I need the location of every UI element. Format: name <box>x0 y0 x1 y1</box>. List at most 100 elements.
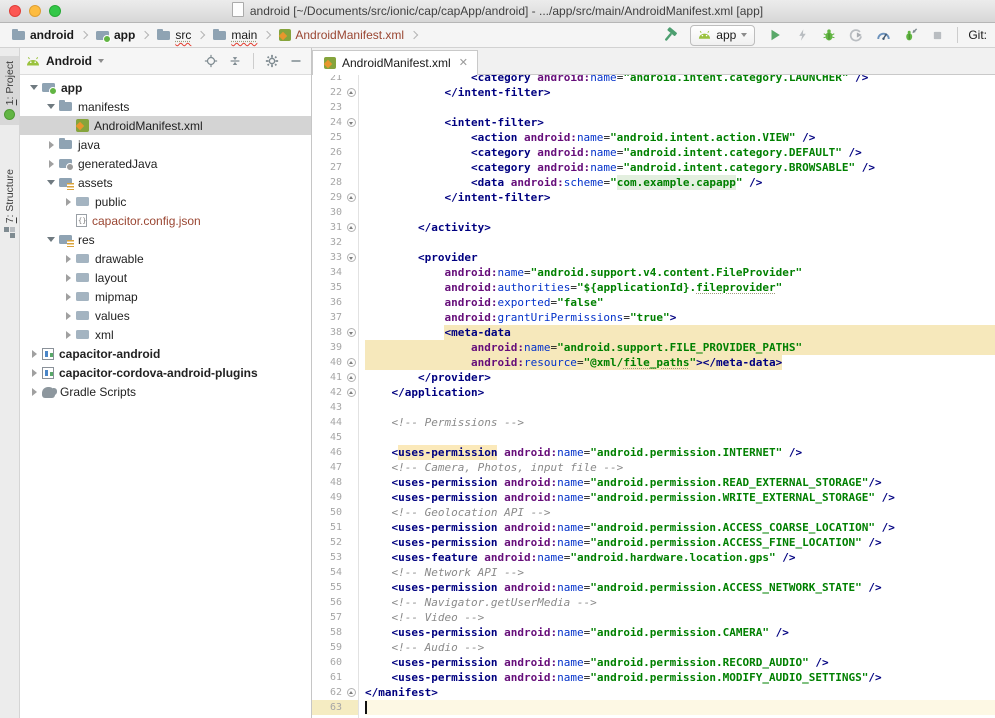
chevron-right-icon[interactable] <box>62 274 74 282</box>
gutter-line-41[interactable]: 41 <box>312 370 358 385</box>
chevron-down-icon[interactable] <box>45 237 57 242</box>
code-line-22[interactable]: </intent-filter> <box>365 85 995 100</box>
code-line-35[interactable]: android:authorities="${applicationId}.fi… <box>365 280 995 295</box>
gutter-line-40[interactable]: 40 <box>312 355 358 370</box>
tool-window-tab-structure[interactable]: 7: Structure <box>0 164 19 243</box>
gutter-line-22[interactable]: 22 <box>312 85 358 100</box>
code-line-59[interactable]: <!-- Audio --> <box>365 640 995 655</box>
tree-item-capacitor-android[interactable]: capacitor-android <box>20 344 311 363</box>
code-text-area[interactable]: <category android:name="android.intent.c… <box>359 75 995 718</box>
gutter-line-27[interactable]: 27 <box>312 160 358 175</box>
chevron-down-icon[interactable] <box>45 180 57 185</box>
code-line-56[interactable]: <!-- Navigator.getUserMedia --> <box>365 595 995 610</box>
code-line-61[interactable]: <uses-permission android:name="android.p… <box>365 670 995 685</box>
code-line-60[interactable]: <uses-permission android:name="android.p… <box>365 655 995 670</box>
gutter-line-42[interactable]: 42 <box>312 385 358 400</box>
code-line-32[interactable] <box>365 235 995 250</box>
code-line-30[interactable] <box>365 205 995 220</box>
code-line-57[interactable]: <!-- Video --> <box>365 610 995 625</box>
gutter-line-28[interactable]: 28 <box>312 175 358 190</box>
chevron-right-icon[interactable] <box>45 160 57 168</box>
breadcrumb-item-app[interactable]: app <box>92 27 137 43</box>
gutter-line-30[interactable]: 30 <box>312 205 358 220</box>
code-line-27[interactable]: <category android:name="android.intent.c… <box>365 160 995 175</box>
hide-panel-icon[interactable] <box>287 52 305 70</box>
fold-end-icon[interactable] <box>347 373 356 382</box>
make-project-hammer-icon[interactable] <box>660 25 680 45</box>
code-line-36[interactable]: android:exported="false" <box>365 295 995 310</box>
gutter-line-25[interactable]: 25 <box>312 130 358 145</box>
gutter-line-52[interactable]: 52 <box>312 535 358 550</box>
code-line-21[interactable]: <category android:name="android.intent.c… <box>365 75 995 85</box>
chevron-right-icon[interactable] <box>62 293 74 301</box>
gutter-line-26[interactable]: 26 <box>312 145 358 160</box>
code-line-53[interactable]: <uses-feature android:name="android.hard… <box>365 550 995 565</box>
chevron-right-icon[interactable] <box>28 388 40 396</box>
chevron-down-icon[interactable] <box>98 59 104 63</box>
stop-button[interactable] <box>927 25 947 45</box>
gutter-line-37[interactable]: 37 <box>312 310 358 325</box>
run-button[interactable] <box>765 25 785 45</box>
gutter-line-56[interactable]: 56 <box>312 595 358 610</box>
code-line-63[interactable] <box>365 700 995 715</box>
apply-changes-lightning-icon[interactable] <box>792 25 812 45</box>
gutter-line-21[interactable]: 21 <box>312 75 358 85</box>
code-line-34[interactable]: android:name="android.support.v4.content… <box>365 265 995 280</box>
breadcrumb-item-android[interactable]: android <box>8 27 76 43</box>
breadcrumb-item-main[interactable]: main <box>209 27 259 43</box>
chevron-right-icon[interactable] <box>28 369 40 377</box>
debug-bug-icon[interactable] <box>819 25 839 45</box>
code-line-28[interactable]: <data android:scheme="com.example.capapp… <box>365 175 995 190</box>
chevron-right-icon[interactable] <box>62 255 74 263</box>
gutter-line-38[interactable]: 38 <box>312 325 358 340</box>
tree-item-assets[interactable]: assets <box>20 173 311 192</box>
code-line-38[interactable]: <meta-data <box>365 325 995 340</box>
gutter-line-61[interactable]: 61 <box>312 670 358 685</box>
project-view-selector[interactable]: Android <box>46 54 92 68</box>
gutter-line-55[interactable]: 55 <box>312 580 358 595</box>
gutter-line-39[interactable]: 39 <box>312 340 358 355</box>
fold-start-icon[interactable] <box>347 118 356 127</box>
tree-item-public[interactable]: public <box>20 192 311 211</box>
profiler-gauge-icon[interactable] <box>873 25 893 45</box>
run-with-coverage-icon[interactable] <box>846 25 866 45</box>
editor-tab-androidmanifest[interactable]: AndroidManifest.xml ✕ <box>312 50 478 75</box>
gutter-line-44[interactable]: 44 <box>312 415 358 430</box>
gutter-line-57[interactable]: 57 <box>312 610 358 625</box>
gutter-line-31[interactable]: 31 <box>312 220 358 235</box>
code-line-51[interactable]: <uses-permission android:name="android.p… <box>365 520 995 535</box>
gutter-line-47[interactable]: 47 <box>312 460 358 475</box>
code-line-39[interactable]: android:name="android.support.FILE_PROVI… <box>365 340 995 355</box>
code-line-29[interactable]: </intent-filter> <box>365 190 995 205</box>
tree-item-xml[interactable]: xml <box>20 325 311 344</box>
locate-icon[interactable] <box>202 52 220 70</box>
close-tab-icon[interactable]: ✕ <box>459 58 468 69</box>
attach-debugger-icon[interactable] <box>900 25 920 45</box>
gutter-line-58[interactable]: 58 <box>312 625 358 640</box>
code-line-23[interactable] <box>365 100 995 115</box>
tree-item-manifests[interactable]: manifests <box>20 97 311 116</box>
tree-item-capacitor-config-json[interactable]: capacitor.config.json <box>20 211 311 230</box>
gutter-line-54[interactable]: 54 <box>312 565 358 580</box>
fold-start-icon[interactable] <box>347 253 356 262</box>
tree-item-layout[interactable]: layout <box>20 268 311 287</box>
code-line-47[interactable]: <!-- Camera, Photos, input file --> <box>365 460 995 475</box>
gutter-line-32[interactable]: 32 <box>312 235 358 250</box>
fold-end-icon[interactable] <box>347 358 356 367</box>
tree-item-capacitor-cordova-android-plugins[interactable]: capacitor-cordova-android-plugins <box>20 363 311 382</box>
gutter-line-35[interactable]: 35 <box>312 280 358 295</box>
chevron-right-icon[interactable] <box>62 331 74 339</box>
collapse-all-icon[interactable] <box>226 52 244 70</box>
code-line-43[interactable] <box>365 400 995 415</box>
code-line-24[interactable]: <intent-filter> <box>365 115 995 130</box>
tree-item-drawable[interactable]: drawable <box>20 249 311 268</box>
code-line-31[interactable]: </activity> <box>365 220 995 235</box>
code-line-49[interactable]: <uses-permission android:name="android.p… <box>365 490 995 505</box>
gutter-line-50[interactable]: 50 <box>312 505 358 520</box>
code-line-55[interactable]: <uses-permission android:name="android.p… <box>365 580 995 595</box>
tree-item-res[interactable]: res <box>20 230 311 249</box>
tree-item-mipmap[interactable]: mipmap <box>20 287 311 306</box>
chevron-right-icon[interactable] <box>28 350 40 358</box>
run-configuration-select[interactable]: app <box>690 25 755 46</box>
gutter-line-53[interactable]: 53 <box>312 550 358 565</box>
